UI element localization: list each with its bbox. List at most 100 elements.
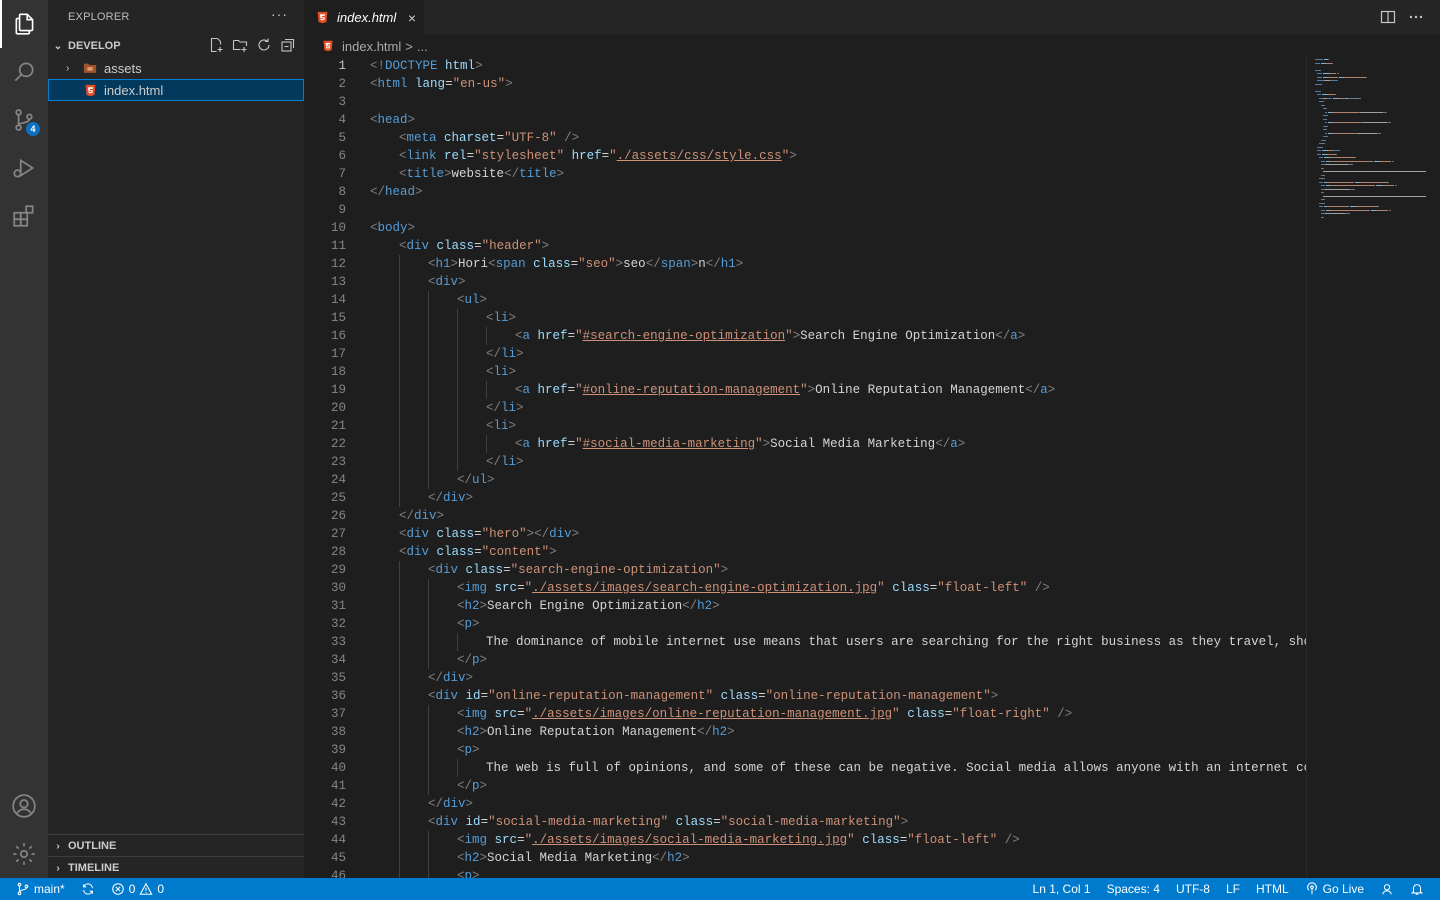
code-area[interactable]: <!DOCTYPE html> <html lang="en-us"> <head>… xyxy=(370,57,1306,878)
code-token: "search-engine-optimization" xyxy=(510,563,721,577)
encoding[interactable]: UTF-8 xyxy=(1168,878,1218,900)
indentation[interactable]: Spaces: 4 xyxy=(1099,878,1168,900)
breadcrumb-more[interactable]: ... xyxy=(417,39,428,54)
workspace-name: DEVELOP xyxy=(68,40,121,52)
feedback-button[interactable] xyxy=(1372,878,1402,900)
code-token[interactable]: ./assets/images/social-media-marketing.j… xyxy=(532,833,847,847)
code-token: < xyxy=(428,689,436,703)
code-line: <p> xyxy=(457,615,480,633)
code-token[interactable]: ./assets/images/online-reputation-manage… xyxy=(532,707,892,721)
code-token: div xyxy=(414,509,437,523)
code-token: < xyxy=(515,329,523,343)
split-editor-icon[interactable] xyxy=(1380,9,1396,25)
code-token: class xyxy=(436,239,475,253)
explorer-icon[interactable] xyxy=(0,0,48,48)
code-token: > xyxy=(458,275,466,289)
code-token: /> xyxy=(1057,707,1073,721)
code-token: < xyxy=(399,167,407,181)
minimap-line xyxy=(1323,167,1324,169)
code-token: = xyxy=(517,581,525,595)
minimap[interactable] xyxy=(1306,57,1440,878)
code-token: span xyxy=(495,257,526,271)
sync-button[interactable] xyxy=(73,878,103,900)
code-token[interactable]: #online-reputation-management xyxy=(583,383,801,397)
code-token: id xyxy=(465,689,481,703)
code-token: > xyxy=(900,815,909,829)
collapse-all-icon[interactable] xyxy=(280,37,296,53)
code-token: href xyxy=(537,329,568,343)
code-token: > xyxy=(436,509,445,523)
code-token: div xyxy=(435,815,459,829)
line-number: 9 xyxy=(338,203,346,217)
minimap-line xyxy=(1324,143,1325,144)
gear-icon[interactable] xyxy=(0,830,48,878)
line-number: 36 xyxy=(330,689,346,703)
code-token: " xyxy=(524,581,533,595)
minimap-line xyxy=(1369,209,1370,211)
language-mode[interactable]: HTML xyxy=(1248,878,1297,900)
code-line: </p> xyxy=(457,777,487,795)
sidebar-more-button[interactable]: ··· xyxy=(271,6,288,22)
tree-item-index-html[interactable]: index.html xyxy=(48,79,304,101)
go-live-button[interactable]: Go Live xyxy=(1297,878,1372,900)
code-token: "online-reputation-management" xyxy=(765,689,991,703)
code-line: <meta charset="UTF-8" /> xyxy=(399,129,579,147)
code-token[interactable]: #social-media-marketing xyxy=(583,437,756,451)
extensions-icon[interactable] xyxy=(0,192,48,240)
code-editor[interactable]: 1 2 3 4 5 6 7 8 9 10 11 12 13 14 15 16 17 18 19 20 21 22 23 24 2… xyxy=(304,57,1306,878)
line-number: 7 xyxy=(338,167,346,181)
accounts-icon[interactable] xyxy=(0,782,48,830)
code-token: < xyxy=(428,815,436,829)
indent-guide xyxy=(428,723,429,741)
code-token: src xyxy=(494,581,518,595)
new-folder-icon[interactable] xyxy=(232,37,248,53)
run-debug-icon[interactable] xyxy=(0,144,48,192)
workspace-section-header[interactable]: ⌄ DEVELOP xyxy=(48,35,304,57)
indent-guide xyxy=(457,435,458,453)
code-token: /> xyxy=(564,131,580,145)
problems-indicator[interactable]: 0 0 xyxy=(103,878,172,900)
code-line: <body> xyxy=(370,219,415,237)
breadcrumb-file[interactable]: index.html xyxy=(342,39,401,54)
end-of-line[interactable]: LF xyxy=(1218,878,1248,900)
timeline-section-header[interactable]: › TIMELINE xyxy=(48,857,304,879)
more-actions-icon[interactable] xyxy=(1408,9,1424,25)
indent-guide xyxy=(457,417,458,435)
code-token: </ xyxy=(370,185,386,199)
code-token[interactable]: ./assets/images/search-engine-optimizati… xyxy=(532,581,877,595)
line-number: 5 xyxy=(338,131,346,145)
code-token: > xyxy=(479,293,488,307)
tree-item-assets[interactable]: › assets xyxy=(48,57,304,79)
code-token: = xyxy=(567,383,576,397)
broadcast-icon xyxy=(1306,882,1317,895)
scm-badge: 4 xyxy=(26,122,40,136)
notifications-button[interactable] xyxy=(1402,878,1432,900)
close-icon[interactable]: × xyxy=(408,10,416,26)
line-number: 27 xyxy=(330,527,346,541)
outline-section-header[interactable]: › OUTLINE xyxy=(48,835,304,857)
branch-indicator[interactable]: main* xyxy=(8,878,73,900)
refresh-icon[interactable] xyxy=(256,37,272,53)
minimap-line xyxy=(1322,160,1325,162)
code-token[interactable]: ./assets/css/style.css xyxy=(617,149,782,163)
indent-guide xyxy=(399,651,400,669)
search-icon[interactable] xyxy=(0,48,48,96)
cursor-position[interactable]: Ln 1, Col 1 xyxy=(1025,878,1099,900)
tab-index-html[interactable]: index.html × xyxy=(304,0,424,35)
code-token: ></ xyxy=(526,527,550,541)
outline-label: OUTLINE xyxy=(68,840,117,852)
source-control-icon[interactable]: 4 xyxy=(0,96,48,144)
code-token: seo xyxy=(623,257,646,271)
code-token: "UTF-8" xyxy=(504,131,557,145)
line-number: 43 xyxy=(330,815,346,829)
minimap-line xyxy=(1320,157,1323,158)
minimap-line xyxy=(1354,188,1355,190)
new-file-icon[interactable] xyxy=(208,37,224,53)
code-token: > xyxy=(516,347,524,361)
code-token: = xyxy=(517,707,525,721)
code-token[interactable]: #search-engine-optimization xyxy=(583,329,786,343)
